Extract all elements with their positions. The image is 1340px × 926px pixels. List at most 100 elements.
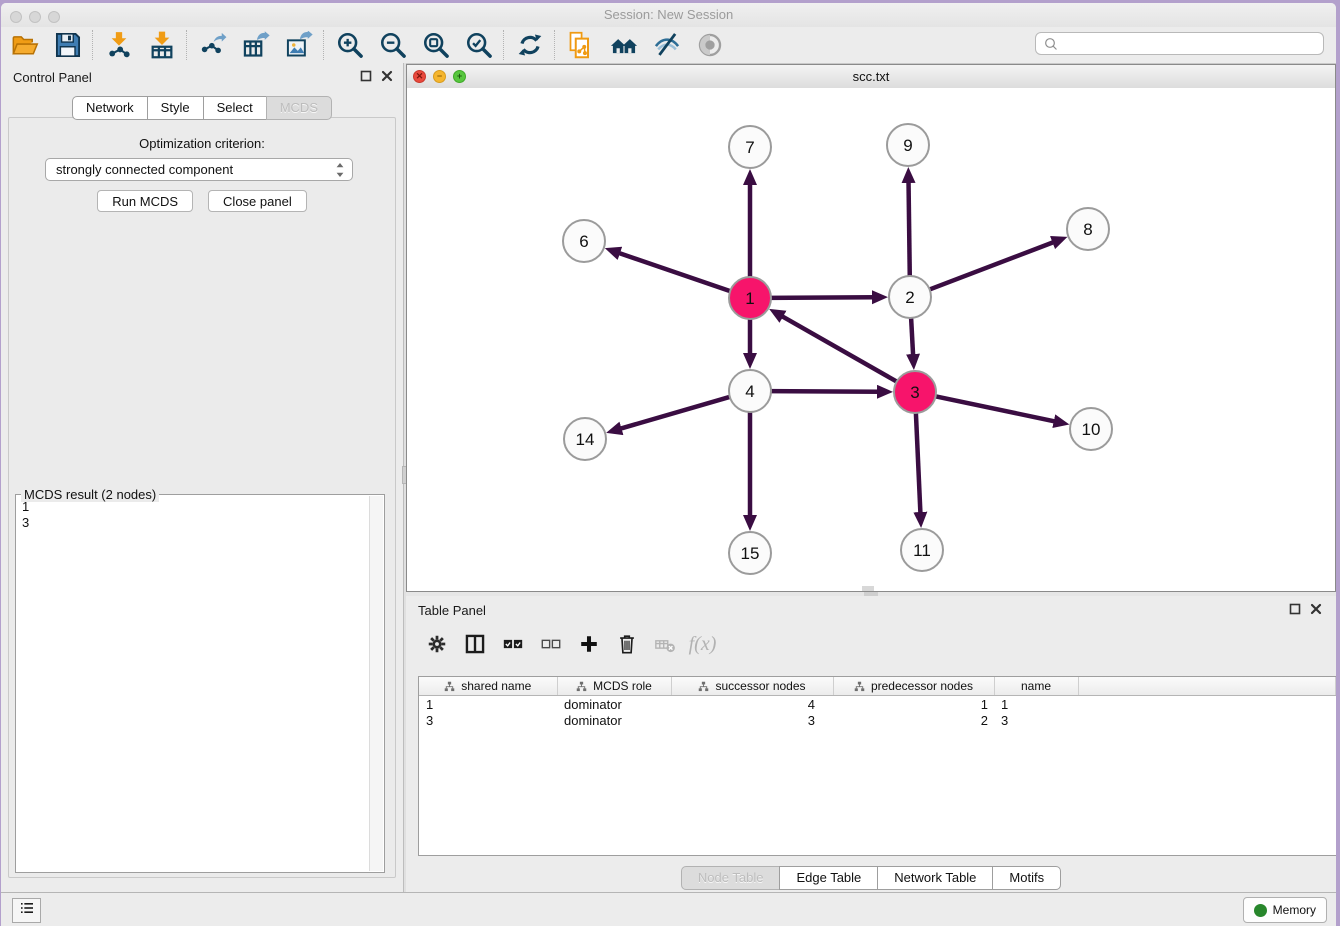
column-header[interactable]: MCDS role — [557, 677, 671, 696]
zoom-selected-button[interactable] — [457, 29, 500, 61]
show-columns-button[interactable] — [458, 627, 491, 661]
svg-text:8: 8 — [1083, 220, 1092, 239]
graph-edge-1-2[interactable] — [769, 297, 875, 298]
svg-text:1: 1 — [745, 289, 754, 308]
graph-edge-3-10[interactable] — [934, 396, 1057, 422]
tree-icon — [854, 681, 865, 692]
tab-mcds[interactable]: MCDS — [266, 96, 332, 120]
graph-edge-1-6[interactable] — [617, 252, 732, 291]
tab-edge-table[interactable]: Edge Table — [779, 866, 878, 890]
column-header[interactable]: predecessor nodes — [833, 677, 994, 696]
copy-network-button[interactable] — [559, 29, 602, 61]
graph-edge-3-1[interactable] — [780, 315, 898, 382]
graph-edge-3-11[interactable] — [916, 411, 921, 515]
graph-edge-4-3[interactable] — [769, 391, 880, 392]
export-table-button[interactable] — [234, 29, 277, 61]
chevron-up-down-icon — [335, 162, 345, 178]
eye-icon — [696, 31, 724, 59]
tab-style[interactable]: Style — [147, 96, 204, 120]
graph-node-2[interactable]: 2 — [889, 276, 931, 318]
column-header[interactable]: name — [994, 677, 1078, 696]
optimization-criterion-label: Optimization criterion: — [9, 136, 395, 151]
network-resize-grip[interactable] — [862, 586, 874, 591]
delete-column-icon — [654, 633, 676, 655]
tab-node-table[interactable]: Node Table — [681, 866, 781, 890]
table-settings-button[interactable] — [420, 627, 453, 661]
select-all-rows-button[interactable] — [496, 627, 529, 661]
memory-button[interactable]: Memory — [1243, 897, 1327, 923]
table-row[interactable]: 3dominator323 — [419, 712, 1336, 728]
create-column-button[interactable] — [572, 627, 605, 661]
hide-graphics-details-button[interactable] — [688, 29, 731, 61]
graph-node-3[interactable]: 3 — [894, 371, 936, 413]
close-panel-icon[interactable] — [381, 70, 393, 82]
float-panel-icon[interactable] — [360, 70, 372, 82]
graph-node-9[interactable]: 9 — [887, 124, 929, 166]
graph-node-14[interactable]: 14 — [564, 418, 606, 460]
fx-icon: f(x) — [689, 633, 717, 656]
trash-icon — [616, 633, 638, 655]
first-neighbors-button[interactable] — [602, 29, 645, 61]
close-panel-button[interactable]: Close panel — [208, 190, 307, 212]
svg-text:3: 3 — [910, 383, 919, 402]
search-box[interactable] — [1035, 32, 1324, 55]
run-mcds-button[interactable]: Run MCDS — [97, 190, 193, 212]
graph-node-7[interactable]: 7 — [729, 126, 771, 168]
graph-node-8[interactable]: 8 — [1067, 208, 1109, 250]
delete-rows-button[interactable] — [610, 627, 643, 661]
close-panel-icon[interactable] — [1310, 603, 1322, 615]
criterion-select[interactable]: strongly connected component — [45, 158, 353, 181]
deselect-all-rows-button[interactable] — [534, 627, 567, 661]
tree-icon — [576, 681, 587, 692]
export-image-button[interactable] — [277, 29, 320, 61]
tab-select[interactable]: Select — [203, 96, 267, 120]
graph-edge-2-9[interactable] — [909, 180, 910, 278]
show-graphics-details-button[interactable] — [645, 29, 688, 61]
graph-edge-2-3[interactable] — [911, 316, 913, 357]
table-panel: Table Panel f(x) shared nameMCDS rolesuc… — [406, 596, 1336, 893]
zoom-fit-button[interactable] — [414, 29, 457, 61]
search-input[interactable] — [1062, 34, 1319, 54]
zoom-out-button[interactable] — [371, 29, 414, 61]
column-header[interactable]: successor nodes — [671, 677, 833, 696]
import-table-icon — [148, 31, 176, 59]
network-canvas[interactable]: 7 9 6 8 1 2 4 3 14 10 15 11 — [407, 88, 1335, 591]
import-table-button[interactable] — [140, 29, 183, 61]
app-window: Session: New Session Control Panel Netwo… — [1, 3, 1336, 926]
graph-node-11[interactable]: 11 — [901, 529, 943, 571]
memory-status-icon — [1254, 904, 1267, 917]
zoom-out-icon — [379, 31, 407, 59]
graph-edge-2-8[interactable] — [928, 242, 1056, 291]
graph-node-10[interactable]: 10 — [1070, 408, 1112, 450]
refresh-icon — [516, 31, 544, 59]
main-toolbar — [1, 27, 1336, 64]
graph-node-1[interactable]: 1 — [729, 277, 771, 319]
open-session-button[interactable] — [3, 29, 46, 61]
table-row[interactable]: 1dominator411 — [419, 696, 1336, 713]
graph-node-4[interactable]: 4 — [729, 370, 771, 412]
graph-node-15[interactable]: 15 — [729, 532, 771, 574]
style-eye-icon — [653, 31, 681, 59]
export-network-button[interactable] — [191, 29, 234, 61]
control-panel-tabs: NetworkStyleSelectMCDS — [1, 96, 403, 120]
result-scrollbar[interactable] — [369, 496, 383, 871]
apply-layout-button[interactable] — [508, 29, 551, 61]
delete-column-button — [648, 627, 681, 661]
import-network-button[interactable] — [97, 29, 140, 61]
graph-edge-4-14[interactable] — [619, 396, 732, 429]
float-panel-icon[interactable] — [1289, 603, 1301, 615]
deselect-icon — [540, 633, 562, 655]
tab-network[interactable]: Network — [72, 96, 148, 120]
task-history-button[interactable] — [12, 898, 41, 923]
column-header[interactable]: shared name — [419, 677, 557, 696]
tab-network-table[interactable]: Network Table — [877, 866, 993, 890]
window-title: Session: New Session — [1, 7, 1336, 22]
mcds-result-box: MCDS result (2 nodes) 1 3 — [15, 494, 385, 873]
zoom-fit-icon — [422, 31, 450, 59]
tab-motifs[interactable]: Motifs — [992, 866, 1061, 890]
toolbar-separator — [92, 30, 94, 60]
save-session-button[interactable] — [46, 29, 89, 61]
network-window-titlebar: ✕ − + scc.txt — [407, 65, 1335, 89]
graph-node-6[interactable]: 6 — [563, 220, 605, 262]
zoom-in-button[interactable] — [328, 29, 371, 61]
